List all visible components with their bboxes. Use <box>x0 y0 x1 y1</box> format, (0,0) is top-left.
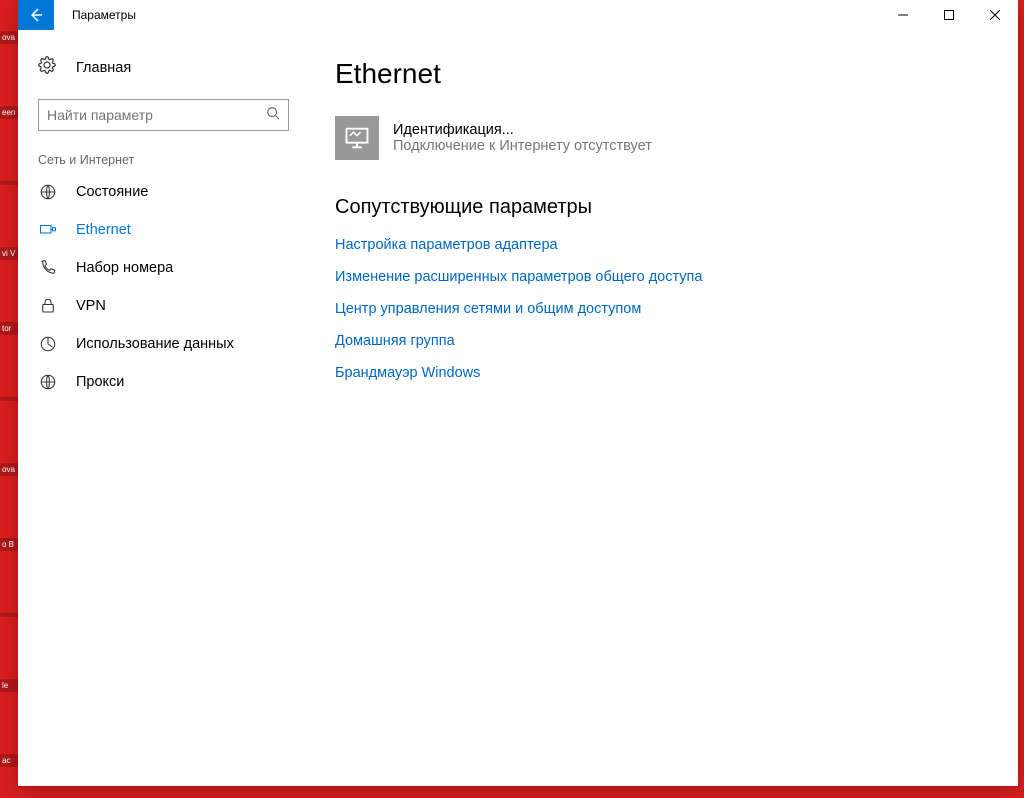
link-firewall[interactable]: Брандмауэр Windows <box>335 365 986 381</box>
minimize-icon <box>898 10 908 20</box>
ethernet-icon <box>38 221 58 239</box>
proxy-icon <box>38 373 58 391</box>
network-status: Подключение к Интернету отсутствует <box>393 138 652 154</box>
sidebar-item-label: Прокси <box>76 374 124 390</box>
data-usage-icon <box>38 335 58 353</box>
sidebar-item-vpn[interactable]: VPN <box>24 287 303 325</box>
sidebar: Главная Сеть и Интернет Состояние Ethern… <box>18 30 303 786</box>
search-icon <box>266 106 280 125</box>
close-button[interactable] <box>972 0 1018 30</box>
maximize-button[interactable] <box>926 0 972 30</box>
back-button[interactable] <box>18 0 54 30</box>
maximize-icon <box>944 10 954 20</box>
gear-icon <box>38 56 58 79</box>
window-title: Параметры <box>72 8 136 22</box>
search-box[interactable] <box>38 99 289 131</box>
sidebar-item-label: Набор номера <box>76 260 173 276</box>
titlebar: Параметры <box>18 0 1018 30</box>
network-text: Идентификация... Подключение к Интернету… <box>393 122 652 154</box>
sidebar-item-ethernet[interactable]: Ethernet <box>24 211 303 249</box>
close-icon <box>990 10 1000 20</box>
sidebar-item-label: Использование данных <box>76 336 234 352</box>
window-body: Главная Сеть и Интернет Состояние Ethern… <box>18 30 1018 786</box>
link-homegroup[interactable]: Домашняя группа <box>335 333 986 349</box>
sidebar-home-label: Главная <box>76 60 131 76</box>
link-advanced-sharing[interactable]: Изменение расширенных параметров общего … <box>335 269 986 285</box>
network-name: Идентификация... <box>393 122 652 138</box>
settings-window: Параметры Главная Сеть и Интернет <box>18 0 1018 786</box>
search-input[interactable] <box>47 107 266 123</box>
network-item[interactable]: Идентификация... Подключение к Интернету… <box>335 116 986 160</box>
sidebar-item-label: Состояние <box>76 184 148 200</box>
status-icon <box>38 183 58 201</box>
arrow-left-icon <box>28 7 44 23</box>
vpn-icon <box>38 297 58 315</box>
window-controls <box>880 0 1018 30</box>
dialup-icon <box>38 259 58 277</box>
link-adapter-settings[interactable]: Настройка параметров адаптера <box>335 237 986 253</box>
sidebar-item-proxy[interactable]: Прокси <box>24 363 303 401</box>
main-content: Ethernet Идентификация... Подключение к … <box>303 30 1018 786</box>
sidebar-item-status[interactable]: Состояние <box>24 173 303 211</box>
sidebar-item-label: Ethernet <box>76 222 131 238</box>
network-monitor-icon <box>335 116 379 160</box>
sidebar-item-label: VPN <box>76 298 106 314</box>
link-network-center[interactable]: Центр управления сетями и общим доступом <box>335 301 986 317</box>
sidebar-section-label: Сеть и Интернет <box>38 153 303 167</box>
related-heading: Сопутствующие параметры <box>335 196 986 219</box>
sidebar-item-data-usage[interactable]: Использование данных <box>24 325 303 363</box>
sidebar-home[interactable]: Главная <box>24 48 303 87</box>
minimize-button[interactable] <box>880 0 926 30</box>
page-title: Ethernet <box>335 58 986 90</box>
sidebar-item-dialup[interactable]: Набор номера <box>24 249 303 287</box>
desktop-background-edge: ovaeenvi Vtorovao Bleac <box>0 0 18 798</box>
